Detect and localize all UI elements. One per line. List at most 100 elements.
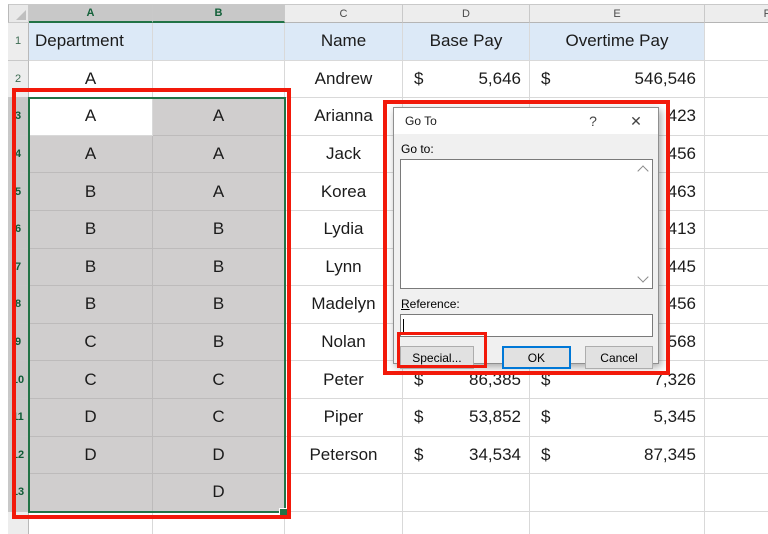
- cell-F11[interactable]: [705, 398, 768, 437]
- dialog-titlebar[interactable]: Go To ? ✕: [394, 108, 658, 134]
- cell-A2[interactable]: A: [29, 60, 153, 99]
- cell-B9[interactable]: B: [153, 323, 285, 362]
- cell-A7[interactable]: B: [29, 248, 153, 287]
- cancel-button[interactable]: Cancel: [584, 346, 653, 369]
- cell-D2[interactable]: $5,646: [403, 60, 530, 99]
- column-header-A[interactable]: A: [29, 4, 153, 23]
- cell-C12[interactable]: Peterson: [285, 436, 403, 475]
- cell-F2[interactable]: [705, 60, 768, 99]
- cell-F1[interactable]: [705, 23, 768, 61]
- scroll-down-icon[interactable]: [637, 271, 649, 283]
- row-header-4[interactable]: 4: [8, 135, 29, 174]
- cell-A6[interactable]: B: [29, 210, 153, 249]
- goto-listbox[interactable]: [400, 159, 653, 289]
- cell-D14[interactable]: [403, 511, 530, 534]
- cell-F4[interactable]: [705, 135, 768, 174]
- cell-E14[interactable]: [530, 511, 705, 534]
- cell-F12[interactable]: [705, 436, 768, 475]
- help-icon[interactable]: ?: [585, 113, 601, 129]
- row-header-3[interactable]: 3: [8, 98, 29, 136]
- fill-handle[interactable]: [279, 508, 289, 518]
- row-header-6[interactable]: 6: [8, 210, 29, 249]
- cell-C13[interactable]: [285, 474, 403, 512]
- cell-C5[interactable]: Korea: [285, 173, 403, 211]
- row-header-8[interactable]: 8: [8, 286, 29, 324]
- cell-C14[interactable]: [285, 511, 403, 534]
- cell-B1[interactable]: [153, 23, 285, 61]
- cell-A9[interactable]: C: [29, 323, 153, 362]
- column-header-E[interactable]: E: [530, 4, 705, 23]
- reference-input[interactable]: [400, 314, 653, 337]
- row-header-13[interactable]: 13: [8, 474, 29, 512]
- cell-F8[interactable]: [705, 286, 768, 324]
- cell-D13[interactable]: [403, 474, 530, 512]
- scroll-up-icon[interactable]: [637, 165, 649, 177]
- cell-D1[interactable]: Base Pay: [403, 23, 530, 61]
- cell-B8[interactable]: B: [153, 286, 285, 324]
- row-header-10[interactable]: 10: [8, 361, 29, 399]
- cell-F7[interactable]: [705, 248, 768, 287]
- cell-E13[interactable]: [530, 474, 705, 512]
- row-header-1[interactable]: 1: [8, 23, 29, 61]
- cell-D12[interactable]: $34,534: [403, 436, 530, 475]
- cell-A3[interactable]: A: [29, 98, 153, 136]
- cell-B3[interactable]: A: [153, 98, 285, 136]
- row-header-12[interactable]: 12: [8, 436, 29, 475]
- cell-C8[interactable]: Madelyn: [285, 286, 403, 324]
- cell-B4[interactable]: A: [153, 135, 285, 174]
- cell-A10[interactable]: C: [29, 361, 153, 399]
- cell-F5[interactable]: [705, 173, 768, 211]
- cell-E1[interactable]: Overtime Pay: [530, 23, 705, 61]
- close-icon[interactable]: ✕: [628, 113, 644, 130]
- row-header-11[interactable]: 11: [8, 398, 29, 437]
- cell-E12[interactable]: $87,345: [530, 436, 705, 475]
- cell-A8[interactable]: B: [29, 286, 153, 324]
- row-header-9[interactable]: 9: [8, 323, 29, 362]
- select-all-corner[interactable]: [8, 4, 29, 23]
- ok-button[interactable]: OK: [501, 346, 571, 369]
- cell-A14[interactable]: [29, 511, 153, 534]
- cell-B13[interactable]: D: [153, 474, 285, 512]
- row-header-blank[interactable]: [8, 511, 29, 534]
- cell-F13[interactable]: [705, 474, 768, 512]
- row-header-2[interactable]: 2: [8, 60, 29, 99]
- cell-F14[interactable]: [705, 511, 768, 534]
- cell-C3[interactable]: Arianna: [285, 98, 403, 136]
- cell-B11[interactable]: C: [153, 398, 285, 437]
- cell-B14[interactable]: [153, 511, 285, 534]
- row-header-5[interactable]: 5: [8, 173, 29, 211]
- cell-C6[interactable]: Lydia: [285, 210, 403, 249]
- cell-B2[interactable]: [153, 60, 285, 99]
- cell-C7[interactable]: Lynn: [285, 248, 403, 287]
- cell-B10[interactable]: C: [153, 361, 285, 399]
- cell-B12[interactable]: D: [153, 436, 285, 475]
- cell-A4[interactable]: A: [29, 135, 153, 174]
- cell-F10[interactable]: [705, 361, 768, 399]
- row-header-7[interactable]: 7: [8, 248, 29, 287]
- cell-F3[interactable]: [705, 98, 768, 136]
- cell-E2[interactable]: $546,546: [530, 60, 705, 99]
- cell-C11[interactable]: Piper: [285, 398, 403, 437]
- column-header-B[interactable]: B: [153, 4, 285, 23]
- cell-A12[interactable]: D: [29, 436, 153, 475]
- column-header-F[interactable]: F: [705, 4, 768, 23]
- cell-A5[interactable]: B: [29, 173, 153, 211]
- cell-C10[interactable]: Peter: [285, 361, 403, 399]
- cell-F9[interactable]: [705, 323, 768, 362]
- cell-C2[interactable]: Andrew: [285, 60, 403, 99]
- cell-D11[interactable]: $53,852: [403, 398, 530, 437]
- cell-F6[interactable]: [705, 210, 768, 249]
- cell-A13[interactable]: [29, 474, 153, 512]
- column-header-D[interactable]: D: [403, 4, 530, 23]
- cell-B7[interactable]: B: [153, 248, 285, 287]
- cell-A1[interactable]: Department: [29, 23, 153, 61]
- special-button[interactable]: Special...: [400, 346, 474, 369]
- column-header-C[interactable]: C: [285, 4, 403, 23]
- cell-C9[interactable]: Nolan: [285, 323, 403, 362]
- cell-B5[interactable]: A: [153, 173, 285, 211]
- cell-C4[interactable]: Jack: [285, 135, 403, 174]
- cell-C1[interactable]: Name: [285, 23, 403, 61]
- cell-A11[interactable]: D: [29, 398, 153, 437]
- cell-E11[interactable]: $5,345: [530, 398, 705, 437]
- cell-B6[interactable]: B: [153, 210, 285, 249]
